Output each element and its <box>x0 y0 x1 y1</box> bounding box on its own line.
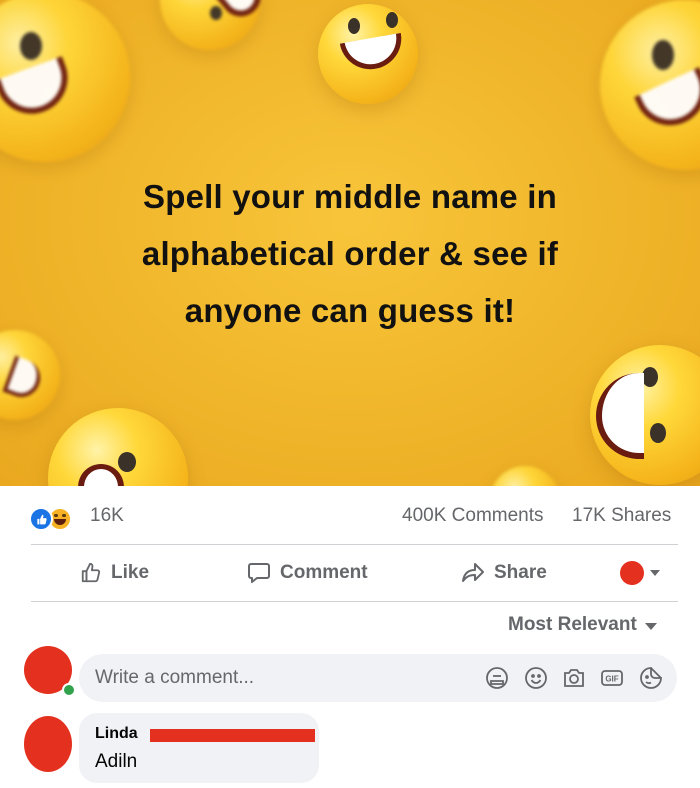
avatar-sticker-icon[interactable] <box>485 666 509 690</box>
comment-sort-dropdown[interactable]: Most Relevant <box>508 614 657 636</box>
comment-bubble-icon <box>247 562 271 584</box>
share-button[interactable]: Share <box>461 545 547 601</box>
sort-label: Most Relevant <box>508 614 637 635</box>
emoji-decoration <box>0 0 130 162</box>
comment-button[interactable]: Comment <box>247 545 368 601</box>
emoji-decoration <box>48 408 188 486</box>
divider <box>31 601 678 602</box>
like-label: Like <box>111 562 150 583</box>
comment-bubble: Linda Adiln <box>79 713 319 783</box>
current-user-avatar[interactable] <box>24 646 76 697</box>
share-arrow-icon <box>461 562 485 584</box>
svg-text:GIF: GIF <box>605 675 618 684</box>
thumbs-up-icon <box>80 562 102 584</box>
caret-down-icon <box>650 570 660 576</box>
camera-icon[interactable] <box>562 666 586 690</box>
post-image[interactable]: Spell your middle name in alphabetical o… <box>0 0 700 486</box>
emoji-icon[interactable] <box>524 666 548 690</box>
comment-input[interactable] <box>95 654 455 702</box>
post-actions: Like Comment Share <box>0 545 700 601</box>
comment-author[interactable]: Linda <box>95 725 138 743</box>
emoji-decoration <box>160 0 269 50</box>
sticker-icon[interactable] <box>639 666 663 690</box>
avatar <box>620 561 644 585</box>
redaction-bar <box>150 729 315 742</box>
comment-text: Adiln <box>95 751 138 772</box>
post-image-caption: Spell your middle name in alphabetical o… <box>0 168 700 339</box>
emoji-decoration <box>590 345 700 485</box>
caption-line: Spell your middle name in <box>143 178 557 215</box>
caption-line: alphabetical order & see if <box>141 235 559 272</box>
gif-icon[interactable]: GIF <box>600 666 624 690</box>
emoji-decoration <box>318 4 418 104</box>
react-as-selector[interactable] <box>620 560 660 586</box>
emoji-decoration <box>490 466 560 486</box>
caption-line: anyone can guess it! <box>184 292 516 329</box>
share-label: Share <box>494 562 547 583</box>
online-status-dot <box>62 683 76 697</box>
shares-count[interactable]: 17K Shares <box>572 505 671 527</box>
like-icon[interactable] <box>29 507 53 531</box>
emoji-decoration <box>600 0 700 170</box>
comments-count[interactable]: 400K Comments <box>402 505 544 527</box>
comment-composer: GIF <box>79 654 677 702</box>
reactions-count[interactable]: 16K <box>90 505 124 527</box>
emoji-decoration <box>0 330 60 420</box>
like-button[interactable]: Like <box>80 545 149 601</box>
comment-label: Comment <box>280 562 368 583</box>
caret-down-icon <box>644 622 657 630</box>
reactions-bar: 16K 400K Comments 17K Shares <box>0 486 700 544</box>
commenter-avatar[interactable] <box>24 716 72 772</box>
